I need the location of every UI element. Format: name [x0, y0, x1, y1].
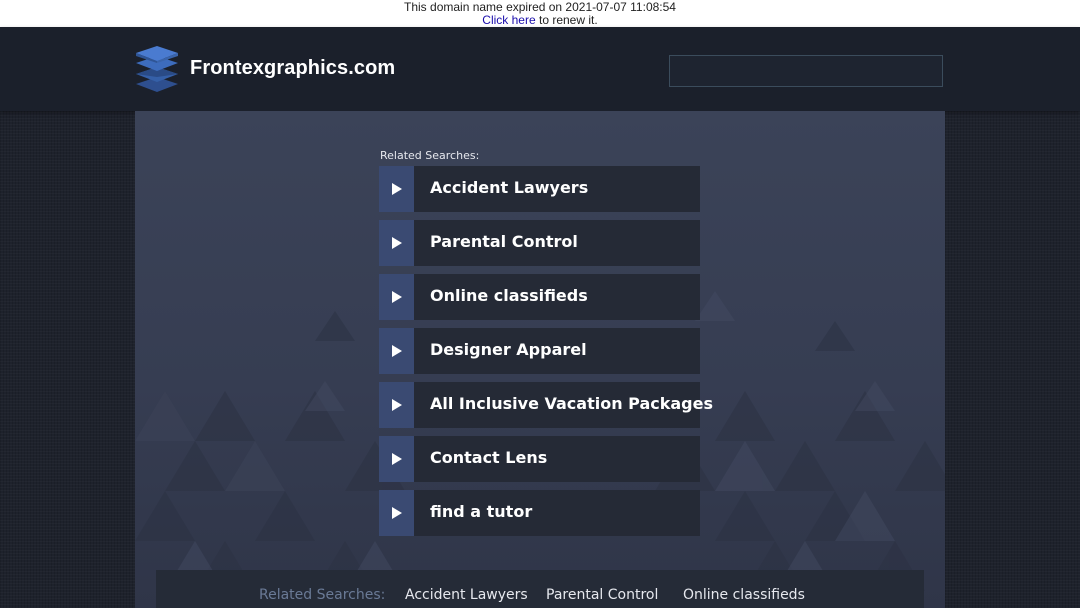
play-arrow-icon [379, 166, 414, 212]
related-link-label[interactable]: Contact Lens [414, 436, 700, 482]
related-link-item[interactable]: Accident Lawyers [379, 166, 700, 212]
related-link-label[interactable]: Parental Control [414, 220, 700, 266]
play-arrow-icon [379, 436, 414, 482]
play-arrow-icon [379, 490, 414, 536]
play-arrow-icon [379, 220, 414, 266]
related-link-item[interactable]: Contact Lens [379, 436, 700, 482]
renew-suffix: to renew it. [535, 13, 598, 27]
related-link-label[interactable]: find a tutor [414, 490, 700, 536]
related-link-label[interactable]: Designer Apparel [414, 328, 700, 374]
footer-related-label: Related Searches: [259, 587, 386, 603]
related-link-item[interactable]: Parental Control [379, 220, 700, 266]
expiry-notice: This domain name expired on 2021-07-07 1… [0, 0, 1080, 27]
related-searches-label: Related Searches: [380, 149, 480, 162]
stacked-layers-icon [134, 43, 180, 95]
related-link-label[interactable]: All Inclusive Vacation Packages [414, 382, 713, 428]
related-link-label[interactable]: Online classifieds [414, 274, 700, 320]
related-link-label[interactable]: Accident Lawyers [414, 166, 700, 212]
site-title[interactable]: Frontexgraphics.com [190, 57, 395, 80]
footer-link[interactable]: Online classifieds [683, 587, 805, 603]
footer-link[interactable]: Parental Control [546, 587, 658, 603]
renew-link[interactable]: Click here [482, 13, 535, 27]
play-arrow-icon [379, 274, 414, 320]
related-link-item[interactable]: Online classifieds [379, 274, 700, 320]
search-input[interactable] [669, 55, 943, 87]
related-link-item[interactable]: find a tutor [379, 490, 700, 536]
footer-link[interactable]: Accident Lawyers [405, 587, 528, 603]
related-link-item[interactable]: Designer Apparel [379, 328, 700, 374]
play-arrow-icon [379, 382, 414, 428]
related-link-item[interactable]: All Inclusive Vacation Packages [379, 382, 713, 428]
play-arrow-icon [379, 328, 414, 374]
renew-line: Click here to renew it. [0, 14, 1080, 27]
